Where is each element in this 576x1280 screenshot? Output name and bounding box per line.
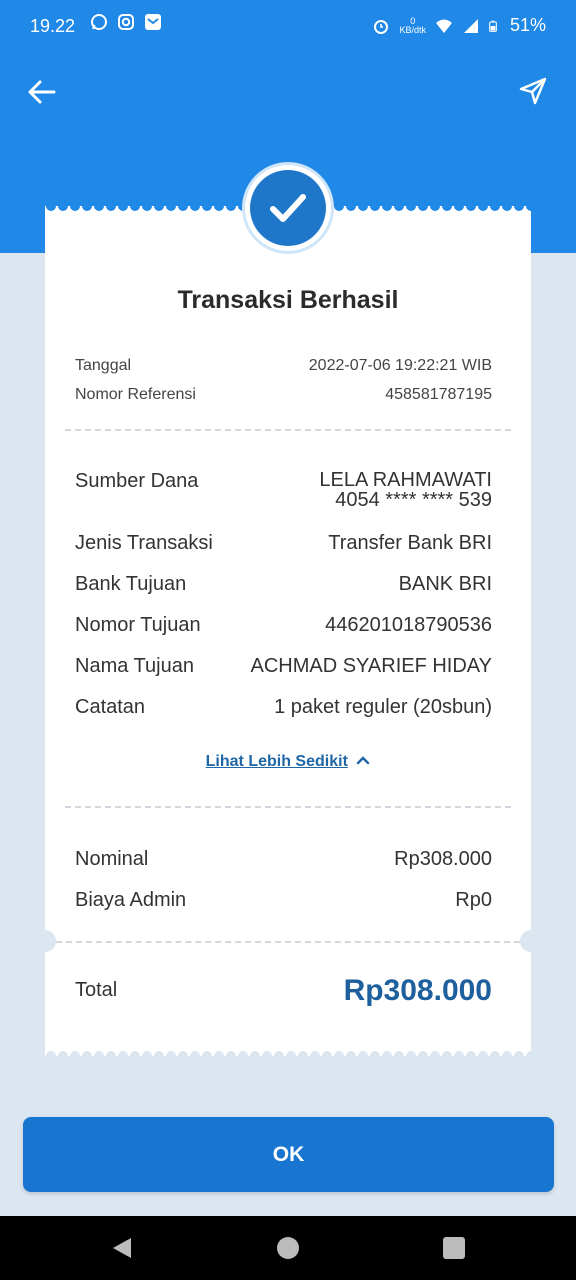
detail-value: ACHMAD SYARIEF HIDAY	[250, 655, 492, 677]
page-title: Transaksi Berhasil	[177, 286, 399, 314]
total-value: Rp308.000	[343, 974, 492, 1007]
amount-label: Biaya Admin	[75, 889, 187, 911]
nav-recents-icon[interactable]	[443, 1237, 465, 1259]
send-icon[interactable]	[518, 76, 548, 106]
status-bar: 19.22 0 KB/dtk 51%	[0, 0, 576, 52]
detail-label: Nomor Tujuan	[75, 614, 201, 636]
amount-row-nominal: Nominal Rp308.000	[75, 848, 492, 871]
detail-row: Bank Tujuan BANK BRI	[75, 573, 492, 596]
detail-value: Transfer Bank BRI	[328, 532, 492, 554]
status-time: 19.22	[30, 16, 76, 36]
detail-label: Sumber Dana	[75, 470, 199, 492]
dashed-divider	[65, 806, 511, 808]
signal-icon	[463, 18, 478, 33]
source-value: LELA RAHMAWATI 4054 **** **** 539	[319, 470, 492, 510]
detail-value: 1 paket reguler (20sbun)	[274, 696, 492, 718]
source-name: LELA RAHMAWATI	[319, 469, 492, 491]
detail-row: Nomor Tujuan 446201018790536	[75, 614, 492, 637]
meta-label: Tanggal	[75, 357, 132, 374]
receipt-scallop-bottom	[45, 1038, 531, 1056]
success-badge	[245, 165, 331, 251]
meta-value: 458581787195	[385, 386, 492, 403]
nav-back-icon[interactable]	[110, 1236, 134, 1260]
detail-value: 446201018790536	[325, 614, 492, 636]
amount-row-admin-fee: Biaya Admin Rp0	[75, 889, 492, 912]
detail-row: Catatan 1 paket reguler (20sbun)	[75, 696, 492, 719]
dashed-divider	[65, 429, 511, 431]
detail-value: BANK BRI	[398, 573, 492, 595]
navigation-bar	[0, 1216, 576, 1280]
total-label: Total	[75, 979, 118, 1001]
dashed-divider	[56, 941, 520, 943]
wifi-icon	[435, 19, 452, 33]
meta-row-date: Tanggal 2022-07-06 19:22:21 WIB	[75, 357, 492, 375]
battery-level: 51%	[509, 15, 546, 35]
chevron-up-icon[interactable]	[356, 755, 370, 765]
meta-label: Nomor Referensi	[75, 386, 196, 403]
nav-home-icon[interactable]	[277, 1237, 299, 1259]
mail-icon	[145, 14, 161, 30]
detail-row: Jenis Transaksi Transfer Bank BRI	[75, 532, 492, 555]
meta-value: 2022-07-06 19:22:21 WIB	[308, 357, 492, 374]
detail-row-source: Sumber Dana LELA RAHMAWATI 4054 **** ***…	[75, 470, 492, 510]
toggle-details-label[interactable]: Lihat Lebih Sedikit	[206, 753, 348, 770]
toggle-details-link[interactable]: Lihat Lebih Sedikit	[45, 753, 531, 771]
amount-value: Rp0	[455, 889, 492, 911]
amount-value: Rp308.000	[394, 848, 492, 870]
detail-label: Bank Tujuan	[75, 573, 187, 595]
detail-label: Nama Tujuan	[75, 655, 194, 677]
alarm-icon	[374, 19, 389, 34]
receipt-notch-right	[520, 930, 542, 952]
detail-label: Jenis Transaksi	[75, 532, 213, 554]
detail-row: Nama Tujuan ACHMAD SYARIEF HIDAY	[75, 655, 492, 678]
meta-row-reference: Nomor Referensi 458581787195	[75, 386, 492, 404]
amount-label: Nominal	[75, 848, 149, 870]
whatsapp-icon	[91, 14, 107, 30]
receipt-notch-left	[34, 930, 56, 952]
checkmark-icon	[270, 194, 306, 222]
net-speed: 0 KB/dtk	[399, 15, 426, 35]
notification-icons	[90, 13, 162, 31]
detail-label: Catatan	[75, 696, 146, 718]
instagram-icon	[118, 14, 134, 30]
system-indicators: 0 KB/dtk 51%	[372, 15, 546, 36]
battery-icon	[489, 20, 497, 32]
source-account: 4054 **** **** 539	[335, 489, 492, 511]
arrow-left-icon[interactable]	[26, 78, 58, 106]
ok-button[interactable]: OK	[23, 1117, 554, 1192]
